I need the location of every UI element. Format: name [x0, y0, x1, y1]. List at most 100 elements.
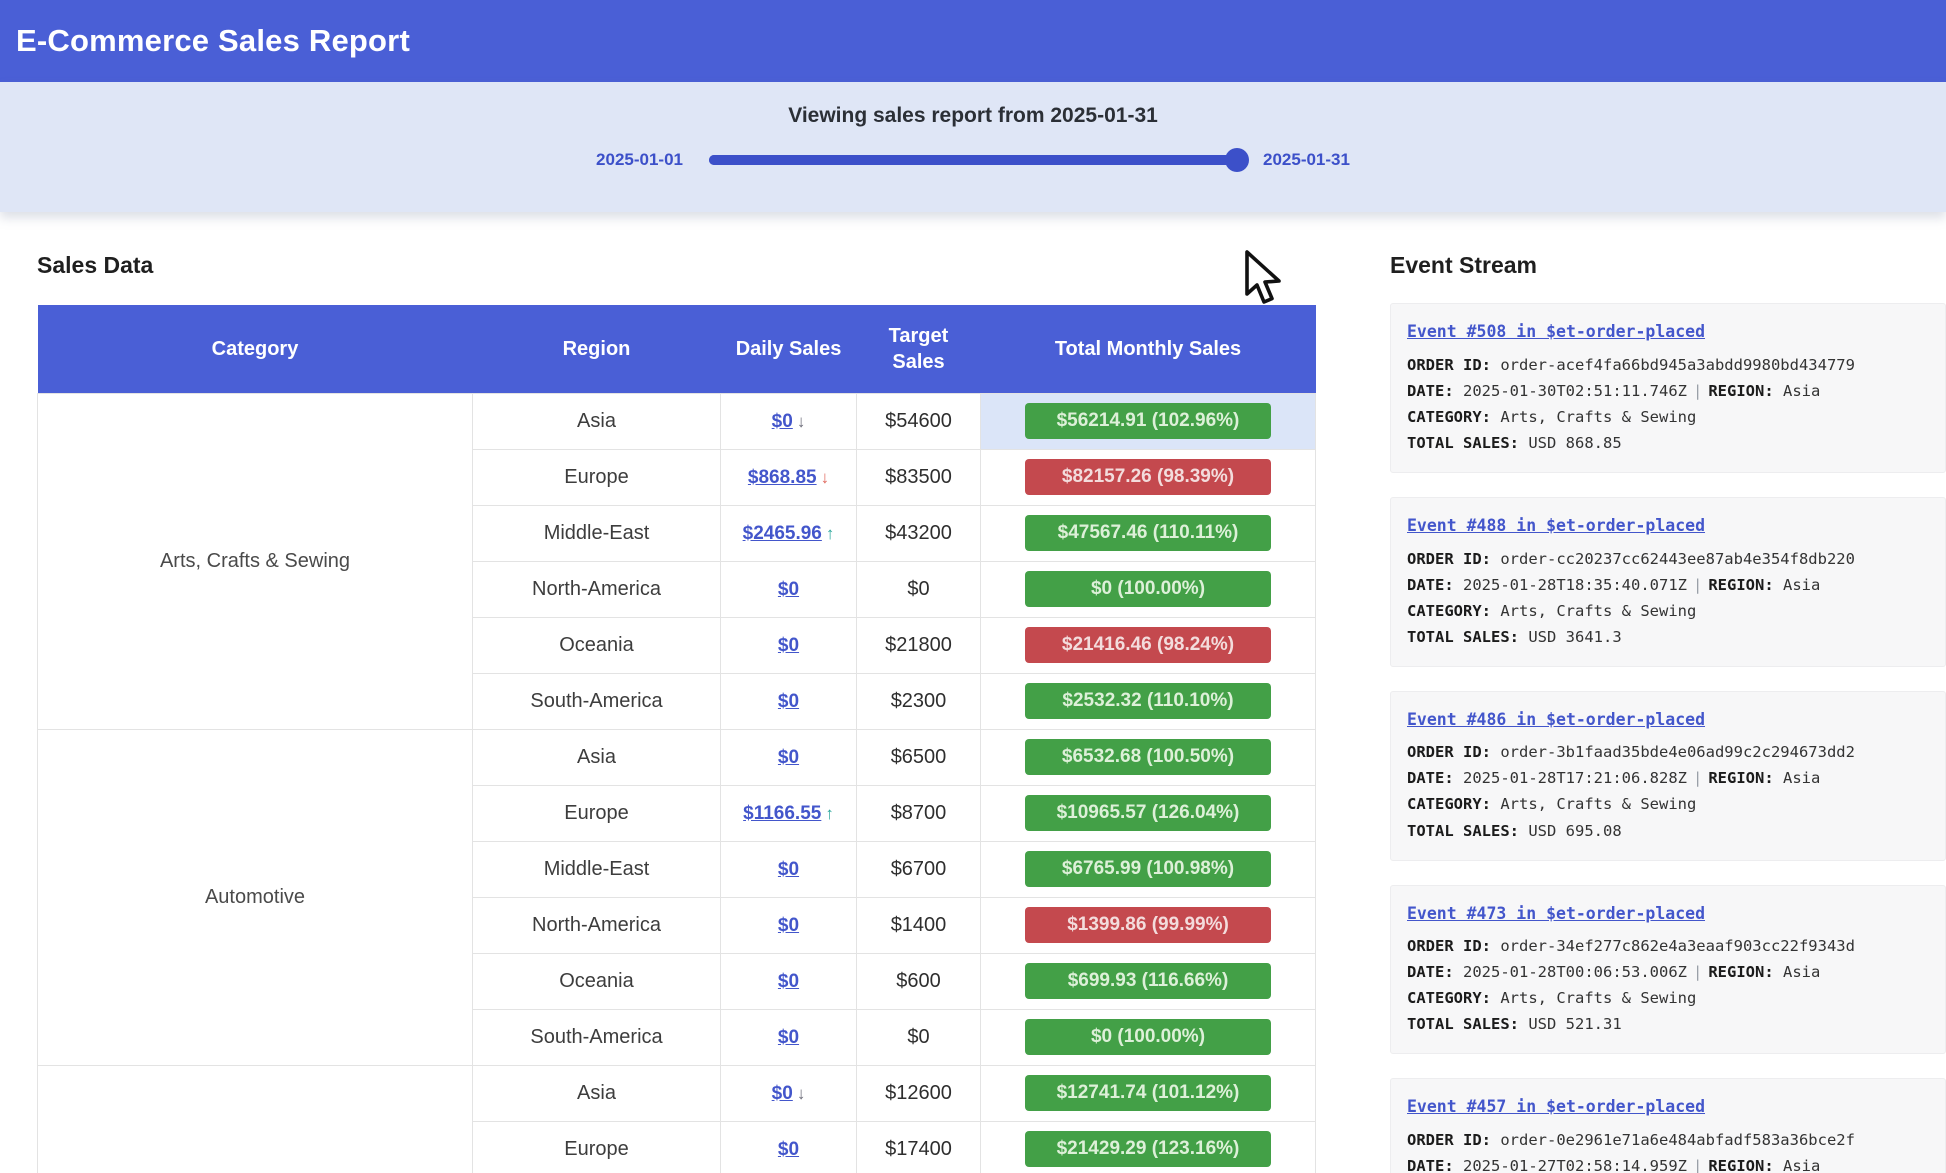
- region-cell: Middle-East: [473, 505, 721, 561]
- daily-sales-link[interactable]: $0: [778, 971, 799, 992]
- daily-sales-link[interactable]: $868.85: [748, 467, 817, 488]
- monthly-sales-badge: $0 (100.00%): [1025, 1019, 1271, 1055]
- category-cell: Arts, Crafts & Sewing: [38, 393, 473, 729]
- daily-sales-link[interactable]: $0: [778, 859, 799, 880]
- daily-sales-link[interactable]: $0: [778, 579, 799, 600]
- daily-sales-link[interactable]: $0: [772, 1083, 793, 1104]
- event-category-line: CATEGORY: Arts, Crafts & Sewing: [1407, 598, 1929, 624]
- event-title-link[interactable]: Event #486 in $et-order-placed: [1407, 706, 1705, 734]
- table-row: Asia $0↓ $12600 $12741.74 (101.12%): [38, 1065, 1316, 1121]
- target-sales-cell: $54600: [857, 393, 981, 449]
- monthly-sales-badge: $0 (100.00%): [1025, 571, 1271, 607]
- daily-sales-cell: $868.85↓: [721, 449, 857, 505]
- column-header-category: Category: [38, 305, 473, 393]
- main-content: Sales Data Category Region Daily Sales T…: [0, 212, 1946, 1173]
- daily-sales-cell: $0: [721, 617, 857, 673]
- region-cell: Middle-East: [473, 841, 721, 897]
- region-cell: Asia: [473, 393, 721, 449]
- monthly-sales-cell: $2532.32 (110.10%): [981, 673, 1316, 729]
- daily-sales-cell: $0↓: [721, 1065, 857, 1121]
- target-sales-cell: $0: [857, 1009, 981, 1065]
- event-category-line: CATEGORY: Arts, Crafts & Sewing: [1407, 404, 1929, 430]
- pipe-separator: |: [1687, 769, 1708, 787]
- region-cell: Europe: [473, 1121, 721, 1173]
- target-sales-cell: $21800: [857, 617, 981, 673]
- daily-sales-link[interactable]: $0: [778, 691, 799, 712]
- monthly-sales-cell: $21416.46 (98.24%): [981, 617, 1316, 673]
- target-sales-cell: $17400: [857, 1121, 981, 1173]
- monthly-sales-cell: $21429.29 (123.16%): [981, 1121, 1316, 1173]
- monthly-sales-badge: $82157.26 (98.39%): [1025, 459, 1271, 495]
- event-title-link[interactable]: Event #473 in $et-order-placed: [1407, 900, 1705, 928]
- region-cell: North-America: [473, 897, 721, 953]
- trend-arrow-icon: ↓: [821, 468, 830, 487]
- event-title-link[interactable]: Event #488 in $et-order-placed: [1407, 512, 1705, 540]
- table-row: Automotive Asia $0 $6500 $6532.68 (100.5…: [38, 729, 1316, 785]
- daily-sales-link[interactable]: $0: [778, 1027, 799, 1048]
- event-card: Event #457 in $et-order-placed ORDER ID:…: [1390, 1078, 1946, 1173]
- event-total-line: TOTAL SALES: USD 695.08: [1407, 818, 1929, 844]
- target-sales-cell: $8700: [857, 785, 981, 841]
- daily-sales-cell: $1166.55↑: [721, 785, 857, 841]
- monthly-sales-badge: $2532.32 (110.10%): [1025, 683, 1271, 719]
- region-cell: North-America: [473, 561, 721, 617]
- monthly-sales-badge: $47567.46 (110.11%): [1025, 515, 1271, 551]
- slider-row: 2025-01-01 2025-01-31: [0, 150, 1946, 170]
- daily-sales-cell: $0: [721, 729, 857, 785]
- monthly-sales-cell: $12741.74 (101.12%): [981, 1065, 1316, 1121]
- monthly-sales-cell: $47567.46 (110.11%): [981, 505, 1316, 561]
- sales-data-heading: Sales Data: [37, 252, 1315, 279]
- daily-sales-link[interactable]: $0: [778, 747, 799, 768]
- trend-arrow-icon: ↓: [797, 1084, 806, 1103]
- pipe-separator: |: [1687, 382, 1708, 400]
- event-order-line: ORDER ID: order-0e2961e71a6e484abfadf583…: [1407, 1127, 1929, 1153]
- monthly-sales-cell: $6532.68 (100.50%): [981, 729, 1316, 785]
- daily-sales-link[interactable]: $2465.96: [743, 523, 822, 544]
- event-date-line: DATE: 2025-01-28T17:21:06.828Z|REGION: A…: [1407, 765, 1929, 791]
- event-order-line: ORDER ID: order-cc20237cc62443ee87ab4e35…: [1407, 546, 1929, 572]
- monthly-sales-badge: $1399.86 (99.99%): [1025, 907, 1271, 943]
- event-card: Event #508 in $et-order-placed ORDER ID:…: [1390, 303, 1946, 473]
- sales-data-section: Sales Data Category Region Daily Sales T…: [37, 212, 1315, 1173]
- event-stream-heading: Event Stream: [1390, 252, 1946, 279]
- slider-min-label: 2025-01-01: [596, 150, 683, 170]
- event-category-line: CATEGORY: Arts, Crafts & Sewing: [1407, 791, 1929, 817]
- sales-table-body: Arts, Crafts & Sewing Asia $0↓ $54600 $5…: [38, 393, 1316, 1173]
- event-date-line: DATE: 2025-01-28T00:06:53.006Z|REGION: A…: [1407, 959, 1929, 985]
- event-order-line: ORDER ID: order-3b1faad35bde4e06ad99c2c2…: [1407, 739, 1929, 765]
- trend-arrow-icon: ↑: [826, 524, 835, 543]
- event-list: Event #508 in $et-order-placed ORDER ID:…: [1390, 303, 1946, 1173]
- monthly-sales-cell: $10965.57 (126.04%): [981, 785, 1316, 841]
- category-cell: [38, 1065, 473, 1173]
- daily-sales-cell: $0: [721, 841, 857, 897]
- daily-sales-link[interactable]: $0: [778, 915, 799, 936]
- daily-sales-cell: $0↓: [721, 393, 857, 449]
- daily-sales-cell: $0: [721, 897, 857, 953]
- event-total-line: TOTAL SALES: USD 868.85: [1407, 430, 1929, 456]
- daily-sales-link[interactable]: $1166.55: [743, 803, 821, 824]
- daily-sales-cell: $0: [721, 1121, 857, 1173]
- date-slider[interactable]: [709, 155, 1237, 165]
- region-cell: Oceania: [473, 953, 721, 1009]
- target-sales-cell: $43200: [857, 505, 981, 561]
- app-header: E-Commerce Sales Report: [0, 0, 1946, 82]
- daily-sales-link[interactable]: $0: [778, 1139, 799, 1160]
- event-order-line: ORDER ID: order-acef4fa66bd945a3abdd9980…: [1407, 352, 1929, 378]
- slider-max-label: 2025-01-31: [1263, 150, 1350, 170]
- target-sales-cell: $6700: [857, 841, 981, 897]
- daily-sales-link[interactable]: $0: [778, 635, 799, 656]
- daily-sales-link[interactable]: $0: [772, 411, 793, 432]
- monthly-sales-badge: $12741.74 (101.12%): [1025, 1075, 1271, 1111]
- column-header-target-sales: Target Sales: [857, 305, 981, 393]
- pipe-separator: |: [1687, 1157, 1708, 1173]
- monthly-sales-badge: $21429.29 (123.16%): [1025, 1131, 1271, 1167]
- pipe-separator: |: [1687, 963, 1708, 981]
- event-total-line: TOTAL SALES: USD 521.31: [1407, 1011, 1929, 1037]
- region-cell: Asia: [473, 729, 721, 785]
- event-title-link[interactable]: Event #457 in $et-order-placed: [1407, 1093, 1705, 1121]
- region-cell: South-America: [473, 673, 721, 729]
- monthly-sales-badge: $699.93 (116.66%): [1025, 963, 1271, 999]
- event-title-link[interactable]: Event #508 in $et-order-placed: [1407, 318, 1705, 346]
- date-slider-section: Viewing sales report from 2025-01-31 202…: [0, 82, 1946, 212]
- slider-handle[interactable]: [1225, 148, 1249, 172]
